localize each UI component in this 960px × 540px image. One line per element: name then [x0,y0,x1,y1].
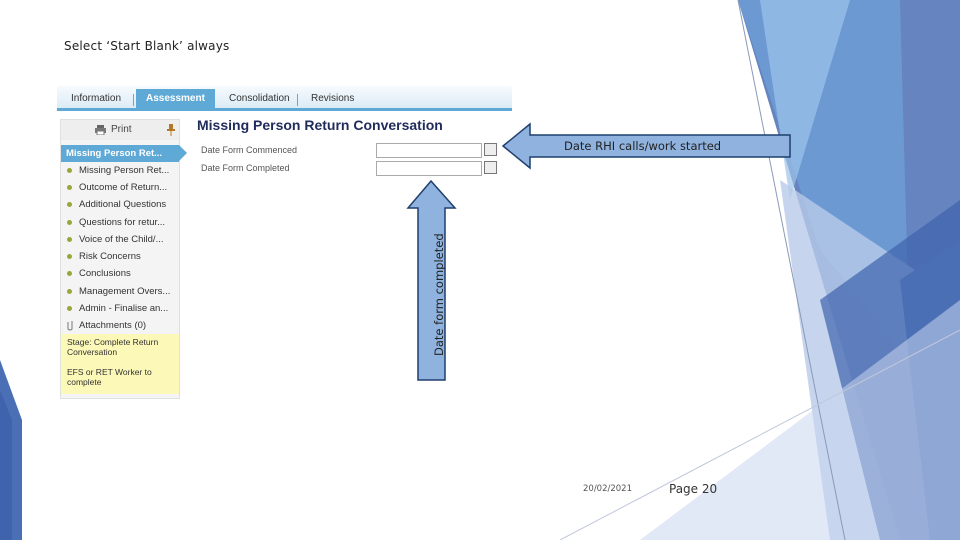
callout-arrows [406,122,791,381]
callout-completed-label: Date form completed [432,233,446,356]
slide-date: 20/02/2021 [583,484,632,494]
callout-started-label: Date RHI calls/work started [564,139,722,153]
page-number: Page 20 [669,482,718,496]
